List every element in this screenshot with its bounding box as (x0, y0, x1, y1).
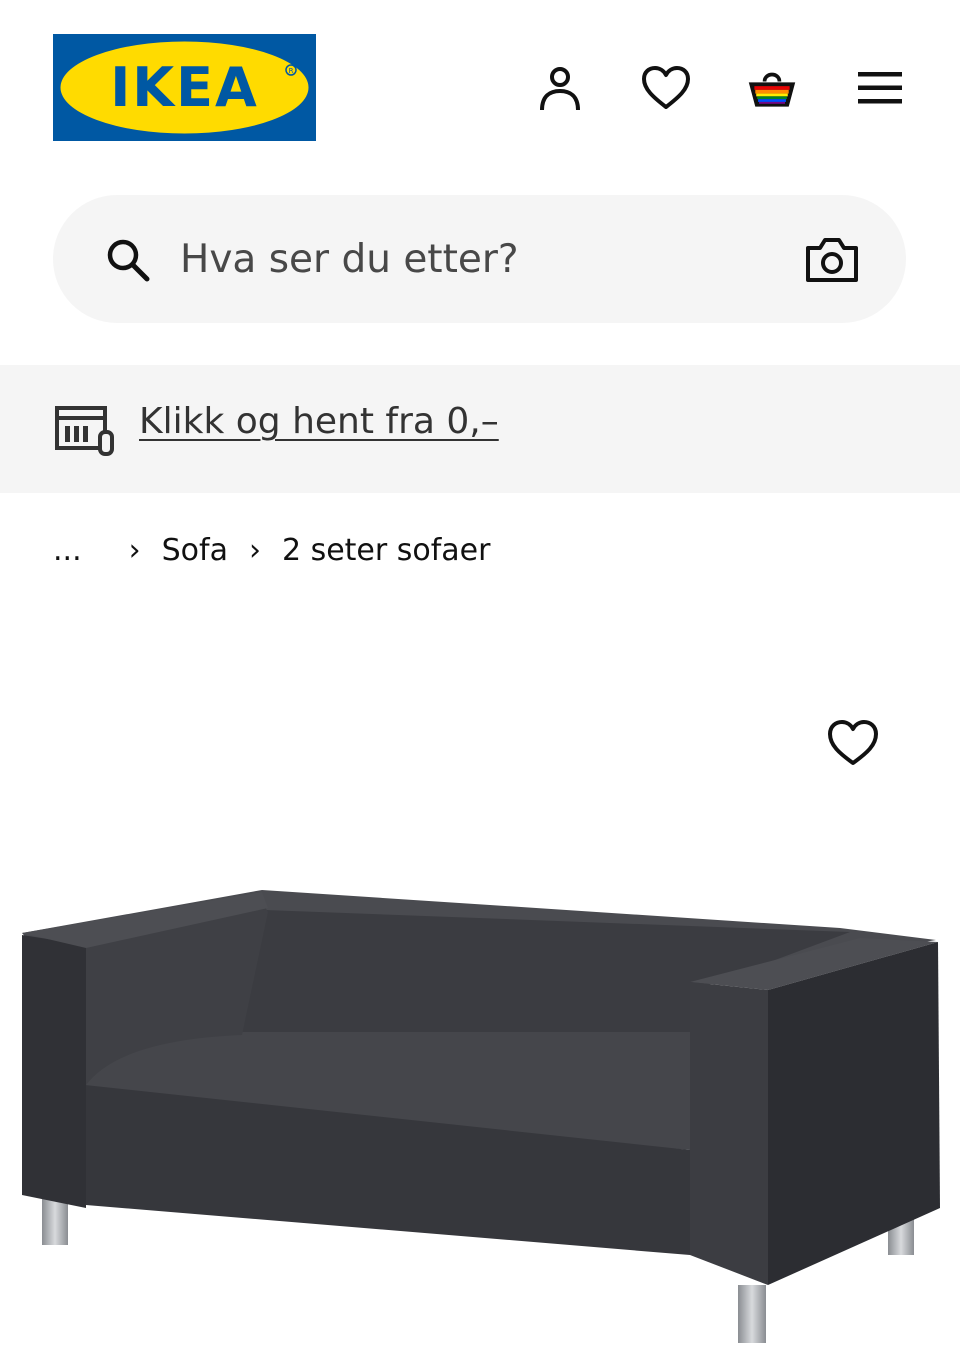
site-header: IKEA R (0, 0, 960, 176)
camera-icon[interactable] (804, 234, 860, 286)
favourites-button[interactable] (640, 62, 692, 114)
profile-button[interactable] (534, 62, 586, 114)
user-icon (540, 67, 580, 111)
breadcrumb-2-seater-sofas[interactable]: 2 seter sofaer (282, 533, 491, 568)
ikea-logo[interactable]: IKEA R (53, 34, 316, 141)
add-to-favourites-heart-icon[interactable] (826, 718, 880, 768)
menu-button[interactable] (854, 62, 906, 114)
search-icon[interactable] (104, 236, 152, 284)
svg-text:IKEA: IKEA (110, 56, 259, 119)
breadcrumb-sofa[interactable]: Sofa (162, 533, 228, 568)
svg-text:R: R (289, 67, 294, 75)
breadcrumb-ellipsis[interactable]: ... (53, 533, 82, 568)
breadcrumb: ... › Sofa › 2 seter sofaer (53, 526, 490, 574)
cart-button[interactable] (746, 62, 798, 114)
search-input[interactable] (180, 226, 780, 292)
basket-icon (748, 72, 796, 107)
click-collect-link[interactable]: Klikk og hent fra 0,– (139, 401, 499, 442)
chevron-right-icon: › (128, 532, 141, 568)
store-pickup-icon (55, 406, 114, 456)
heart-icon (642, 66, 690, 109)
menu-icon (858, 72, 902, 104)
sofa-product-image[interactable] (0, 860, 960, 1360)
chevron-right-icon: › (248, 532, 261, 568)
